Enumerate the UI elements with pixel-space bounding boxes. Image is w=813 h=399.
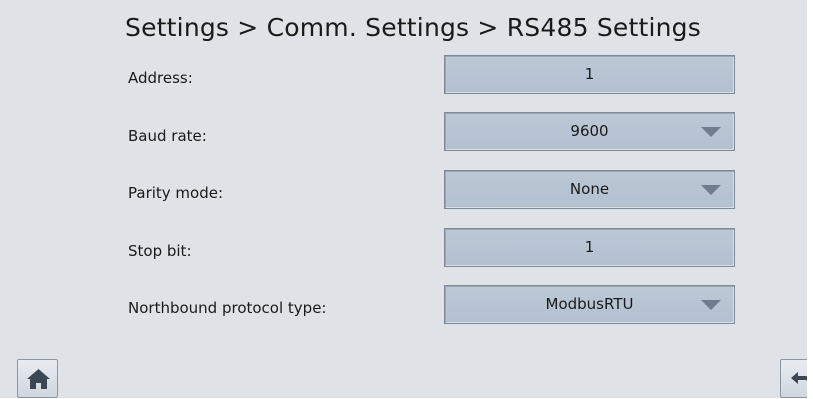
stop-bit-input[interactable]: 1 — [444, 228, 735, 267]
baud-rate-label: Baud rate: — [128, 127, 207, 145]
northbound-protocol-value: ModbusRTU — [545, 295, 634, 313]
home-icon — [27, 369, 50, 389]
chevron-down-icon — [701, 127, 721, 137]
home-button[interactable] — [17, 359, 58, 398]
parity-mode-label: Parity mode: — [128, 184, 224, 202]
baud-rate-value: 9600 — [570, 122, 609, 140]
chevron-down-icon — [701, 185, 721, 195]
chevron-down-icon — [701, 300, 721, 310]
stop-bit-value: 1 — [584, 238, 595, 256]
address-value: 1 — [584, 65, 595, 83]
page-title: Settings > Comm. Settings > RS485 Settin… — [125, 13, 701, 42]
right-edge-strip — [807, 0, 813, 398]
parity-mode-dropdown[interactable]: None — [444, 170, 735, 209]
stop-bit-label: Stop bit: — [128, 242, 192, 260]
address-label: Address: — [128, 69, 193, 87]
parity-mode-value: None — [569, 180, 610, 198]
settings-screen: Settings > Comm. Settings > RS485 Settin… — [0, 0, 813, 398]
northbound-protocol-label: Northbound protocol type: — [128, 299, 327, 317]
baud-rate-dropdown[interactable]: 9600 — [444, 112, 735, 151]
address-input[interactable]: 1 — [444, 55, 735, 94]
northbound-protocol-dropdown[interactable]: ModbusRTU — [444, 285, 735, 324]
